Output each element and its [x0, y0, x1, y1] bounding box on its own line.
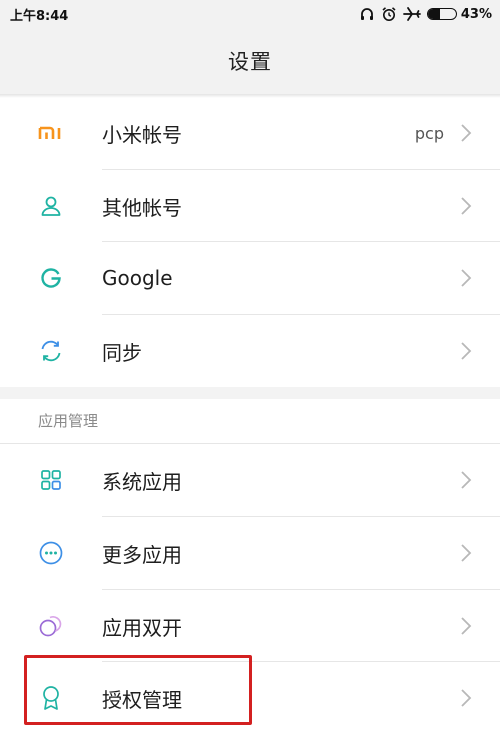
grid-icon	[36, 465, 66, 495]
chevron-right-icon	[461, 197, 472, 215]
chevron-right-icon	[461, 544, 472, 562]
battery-level-fill	[427, 9, 440, 19]
alarm-icon	[381, 6, 397, 22]
list-item-more-apps[interactable]: 更多应用	[0, 517, 500, 589]
title-bar: 设置	[0, 28, 500, 94]
list-item-mi-account[interactable]: 小米帐号 pcp	[0, 97, 500, 169]
chevron-right-icon	[461, 269, 472, 287]
list-item-permissions[interactable]: 授权管理	[0, 662, 500, 734]
section-gap	[0, 387, 500, 399]
mi-logo-icon	[36, 118, 66, 148]
list-item-system-apps[interactable]: 系统应用	[0, 444, 500, 516]
list-item-other-accounts[interactable]: 其他帐号	[0, 170, 500, 242]
page-title: 设置	[228, 50, 272, 74]
battery-icon	[426, 8, 457, 20]
list-item-google[interactable]: Google	[0, 242, 500, 314]
mi-account-value: pcp	[414, 123, 444, 143]
battery-indicator: 43%	[426, 6, 492, 22]
list-item-label: 应用双开	[102, 615, 182, 640]
list-item-label: 系统应用	[102, 469, 182, 494]
list-item-label: 授权管理	[102, 687, 182, 712]
google-icon	[36, 263, 66, 293]
status-bar: 上午8:44 43%	[0, 0, 500, 28]
badge-icon	[36, 683, 66, 713]
status-icons: 43%	[359, 6, 492, 22]
list-item-label: 小米帐号	[102, 122, 182, 147]
chevron-right-icon	[461, 617, 472, 635]
chevron-right-icon	[461, 124, 472, 142]
list-item-label: 其他帐号	[102, 195, 182, 220]
sync-icon	[36, 336, 66, 366]
chevron-right-icon	[461, 689, 472, 707]
headphones-icon	[359, 6, 375, 22]
list-item-label: Google	[102, 266, 173, 290]
chevron-right-icon	[461, 342, 472, 360]
section-header-app-management: 应用管理	[38, 412, 99, 430]
list-item-label: 同步	[102, 340, 142, 365]
battery-percent: 43%	[460, 6, 492, 22]
list-item-label: 更多应用	[102, 542, 182, 567]
chevron-right-icon	[461, 471, 472, 489]
person-icon	[36, 191, 66, 221]
status-time: 上午8:44	[10, 8, 69, 24]
dual-apps-icon	[36, 611, 66, 641]
more-icon	[36, 538, 66, 568]
list-item-sync[interactable]: 同步	[0, 315, 500, 387]
airplane-icon	[402, 6, 421, 22]
list-item-dual-apps[interactable]: 应用双开	[0, 590, 500, 662]
